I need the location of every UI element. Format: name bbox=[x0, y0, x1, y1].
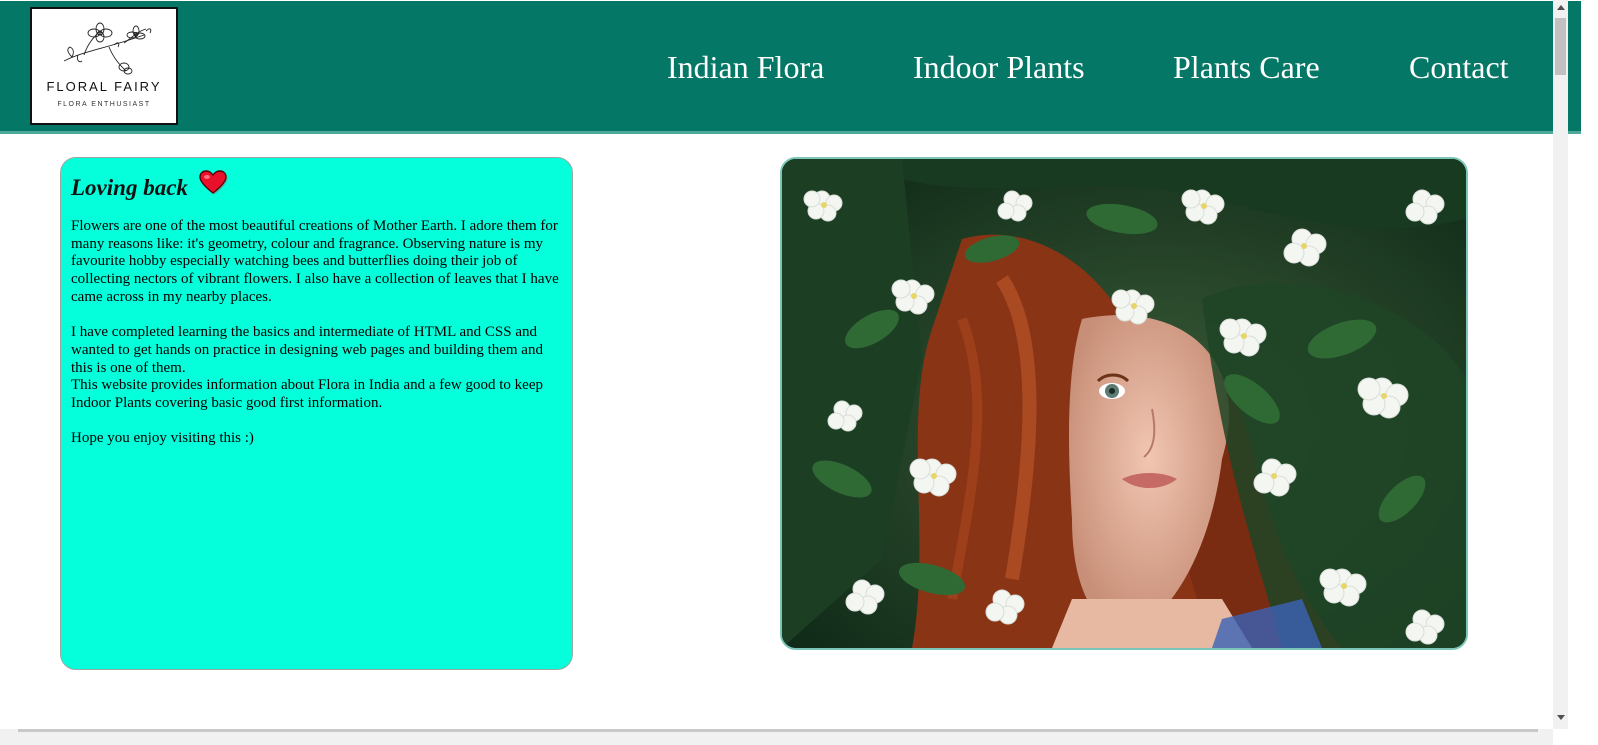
card-title: Loving back bbox=[71, 169, 560, 206]
horizontal-scroll-thumb[interactable] bbox=[18, 729, 1538, 732]
card-paragraph-skills: I have completed learning the basics and… bbox=[71, 324, 543, 376]
about-card: Loving back Flowers are one of the most … bbox=[60, 157, 573, 670]
nav-indoor-plants[interactable]: Indoor Plants bbox=[913, 47, 1085, 87]
horizontal-scrollbar[interactable] bbox=[0, 729, 1553, 745]
hero-photo bbox=[780, 157, 1468, 650]
logo-title: FLORAL FAIRY bbox=[46, 79, 162, 94]
logo[interactable]: FLORAL FAIRY FLORA ENTHUSIAST bbox=[30, 7, 178, 125]
scroll-up-arrow-icon[interactable] bbox=[1557, 5, 1565, 10]
nav-plants-care[interactable]: Plants Care bbox=[1173, 47, 1320, 87]
site-header: FLORAL FAIRY FLORA ENTHUSIAST Indian Flo… bbox=[0, 1, 1581, 134]
vertical-scroll-thumb[interactable] bbox=[1555, 18, 1566, 75]
card-paragraph-website: This website provides information about … bbox=[71, 377, 543, 412]
heart-icon bbox=[198, 169, 228, 206]
nav-indian-flora[interactable]: Indian Flora bbox=[667, 47, 824, 87]
scroll-down-arrow-icon[interactable] bbox=[1557, 715, 1565, 720]
floral-logo-icon bbox=[63, 22, 152, 75]
card-paragraph-intro: Flowers are one of the most beautiful cr… bbox=[71, 218, 559, 305]
nav-contact[interactable]: Contact bbox=[1409, 47, 1509, 87]
flowers-portrait-image bbox=[782, 159, 1466, 648]
logo-subtitle: FLORA ENTHUSIAST bbox=[57, 101, 151, 108]
card-title-text: Loving back bbox=[71, 174, 188, 200]
card-paragraph-closing: Hope you enjoy visiting this :) bbox=[71, 430, 254, 447]
vertical-scrollbar[interactable] bbox=[1553, 0, 1568, 729]
card-body: Flowers are one of the most beautiful cr… bbox=[71, 218, 560, 448]
